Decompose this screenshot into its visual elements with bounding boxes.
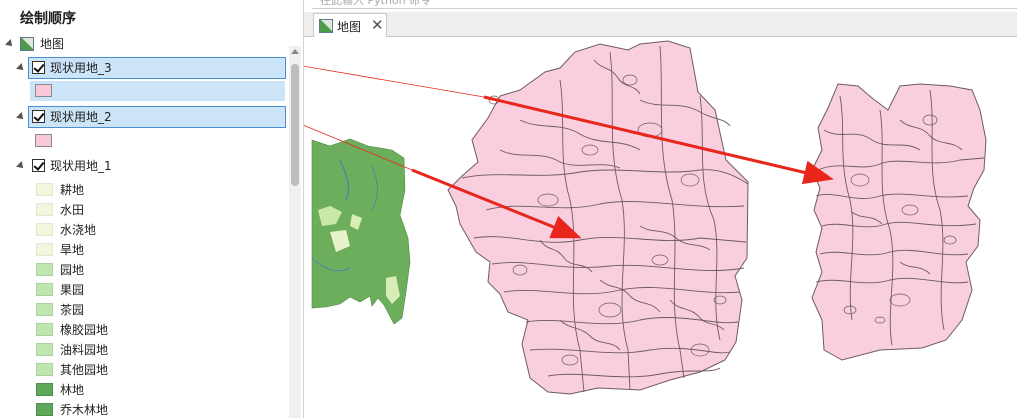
legend-label: 耕地 [60, 183, 85, 197]
layer-3-label: 现状用地_3 [50, 61, 112, 75]
legend-swatch [36, 343, 53, 356]
drawing-order-panel: 绘制顺序 地图 现状用地_3 现状用地_2 现状用地_1 耕地 水田 水浇地 旱… [0, 0, 304, 418]
layer-2[interactable]: 现状用地_2 [0, 107, 280, 127]
legend-label: 园地 [60, 263, 85, 277]
scroll-up-arrow-icon[interactable] [291, 49, 299, 54]
layer-1[interactable]: 现状用地_1 [0, 156, 280, 176]
layer-3-symbol-row[interactable] [30, 81, 285, 101]
legend-label: 茶园 [60, 303, 85, 317]
visibility-checkbox[interactable] [32, 110, 45, 123]
collapse-arrow-icon[interactable] [16, 161, 26, 171]
layer-3-swatch[interactable] [35, 84, 52, 97]
layer-1-label: 现状用地_1 [50, 159, 112, 173]
map-node-label: 地图 [40, 37, 65, 51]
legend-swatch [36, 303, 53, 316]
legend-label: 林地 [60, 383, 85, 397]
legend-label: 橡胶园地 [60, 323, 109, 337]
map-view[interactable] [304, 37, 1017, 418]
legend-label: 旱地 [60, 243, 85, 257]
tab-map-label: 地图 [337, 20, 362, 34]
map-icon [20, 37, 34, 51]
legend-swatch [36, 243, 53, 256]
scrollbar-thumb[interactable] [291, 64, 299, 186]
legend-swatch [36, 383, 53, 396]
python-command-input[interactable]: 在此输入 Python 命令 [312, 0, 1017, 9]
legend-label: 果园 [60, 283, 85, 297]
legend-swatch [36, 323, 53, 336]
parcel-layer-2[interactable] [447, 40, 749, 395]
legend-label: 水田 [60, 203, 85, 217]
forest-parcel[interactable] [311, 138, 411, 325]
legend-swatch [36, 283, 53, 296]
legend-swatch [36, 183, 53, 196]
legend-swatch [36, 263, 53, 276]
map-tab-strip [304, 12, 1017, 37]
legend-swatch [36, 363, 53, 376]
legend-label: 水浇地 [60, 223, 97, 237]
visibility-checkbox[interactable] [32, 61, 45, 74]
tree-map-node[interactable]: 地图 [0, 34, 280, 54]
legend-label: 油料园地 [60, 343, 109, 357]
python-command-placeholder: 在此输入 Python 命令 [320, 0, 432, 7]
collapse-arrow-icon[interactable] [5, 39, 15, 49]
legend-swatch [36, 203, 53, 216]
parcel-layer-3[interactable] [811, 83, 987, 361]
panel-title: 绘制顺序 [20, 11, 76, 27]
visibility-checkbox[interactable] [32, 159, 45, 172]
legend-swatch [36, 223, 53, 236]
collapse-arrow-icon[interactable] [16, 112, 26, 122]
close-icon[interactable]: ✕ [371, 16, 384, 34]
map-icon [319, 19, 333, 33]
layer-3[interactable]: 现状用地_3 [0, 58, 280, 78]
tab-map[interactable]: 地图 ✕ [313, 13, 387, 37]
layer-2-swatch[interactable] [35, 134, 52, 147]
layer-2-label: 现状用地_2 [50, 110, 112, 124]
legend-label: 乔木林地 [60, 403, 109, 417]
collapse-arrow-icon[interactable] [16, 63, 26, 73]
legend-label: 其他园地 [60, 363, 109, 377]
legend-swatch [36, 403, 53, 416]
